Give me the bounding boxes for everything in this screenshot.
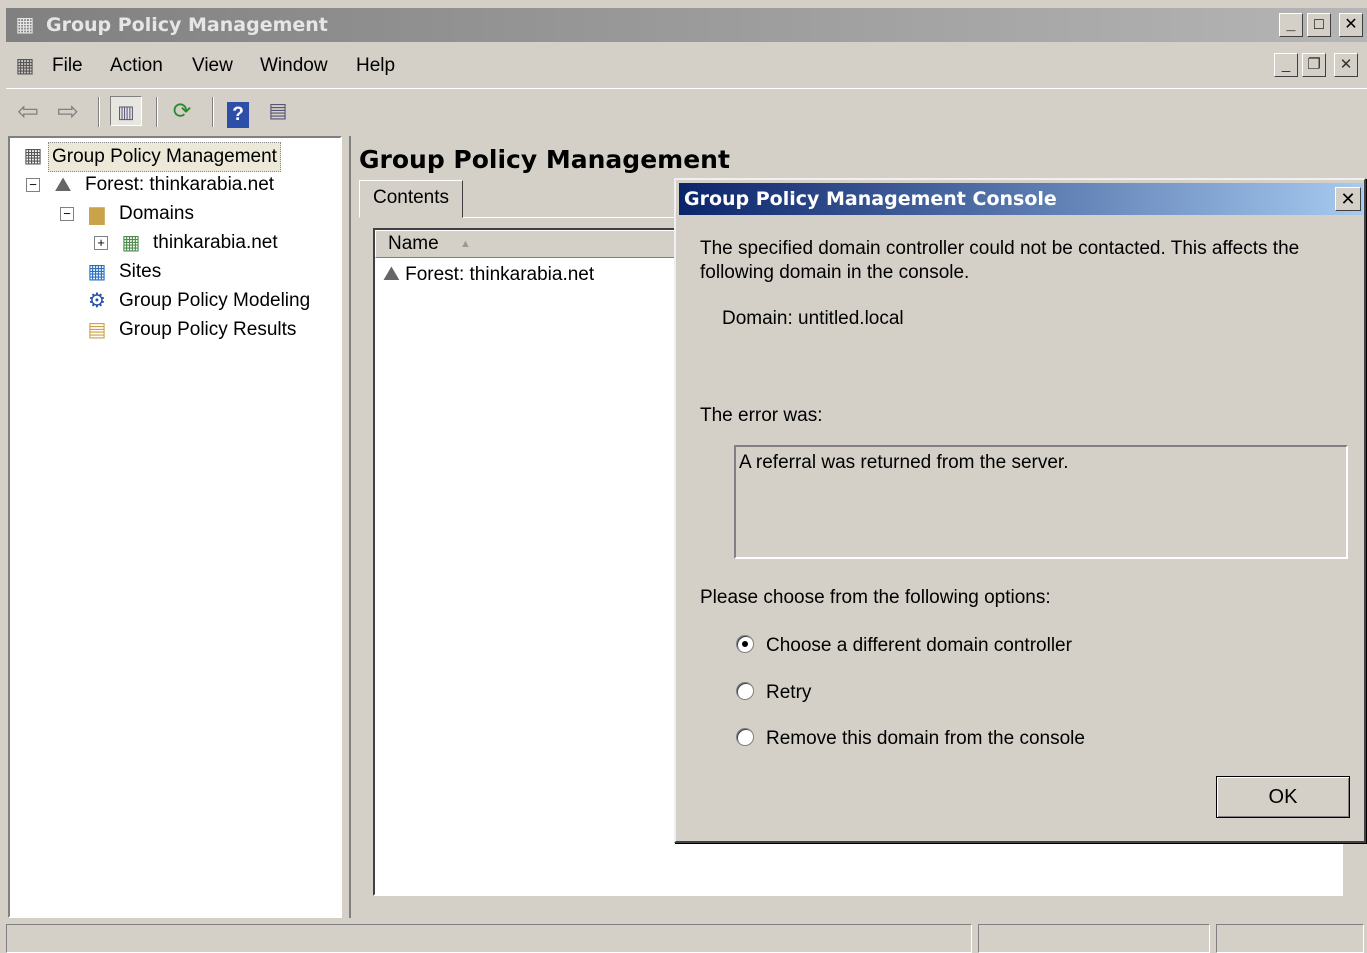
- tree-node-label: Forest: thinkarabia.net: [85, 174, 275, 195]
- minimize-button[interactable]: _: [1279, 13, 1303, 37]
- radio-button[interactable]: [736, 682, 754, 700]
- column-header-label: Name: [388, 233, 439, 254]
- error-dialog: Group Policy Management Console ✕ The sp…: [674, 178, 1366, 843]
- close-button[interactable]: ✕: [1339, 13, 1363, 37]
- tree-node-domains[interactable]: ▆ Domains: [84, 200, 197, 228]
- maximize-button[interactable]: □: [1307, 13, 1331, 37]
- radio-remove-domain[interactable]: Remove this domain from the console: [736, 727, 1085, 751]
- menu-file[interactable]: File: [52, 55, 83, 77]
- app-icon: ▦: [15, 14, 35, 36]
- mdi-restore-button[interactable]: ❐: [1302, 53, 1326, 77]
- toolbar-separator: [156, 97, 158, 127]
- menu-view[interactable]: View: [192, 55, 233, 77]
- status-panel-3: [1216, 924, 1364, 953]
- radio-label: Choose a different domain controller: [766, 635, 1072, 656]
- domain-icon: ▦: [121, 232, 141, 254]
- menu-action[interactable]: Action: [110, 55, 163, 77]
- sites-icon: ▦: [87, 261, 107, 283]
- back-arrow-icon[interactable]: ⇦: [12, 96, 44, 126]
- help-icon[interactable]: ?: [222, 96, 254, 128]
- details-title: Group Policy Management: [359, 145, 730, 174]
- window-titlebar[interactable]: ▦ Group Policy Management _ □ ✕: [6, 8, 1367, 42]
- tree-node-group-policy-results[interactable]: ▤ Group Policy Results: [84, 316, 299, 344]
- list-item-label: Forest: thinkarabia.net: [405, 264, 595, 285]
- mdi-minimize-button[interactable]: _: [1274, 53, 1298, 77]
- radio-label: Remove this domain from the console: [766, 728, 1085, 749]
- dialog-message-line1: The specified domain controller could no…: [700, 238, 1300, 259]
- toolbar-separator: [98, 97, 100, 127]
- column-header-name[interactable]: Name ▲: [375, 230, 675, 258]
- gpm-console-icon: ▦: [23, 145, 43, 167]
- mdi-close-button[interactable]: ✕: [1334, 53, 1358, 77]
- tree-expander-domain[interactable]: +: [94, 236, 108, 250]
- window-title: Group Policy Management: [46, 14, 328, 36]
- tree-node-forest[interactable]: ⛰ Forest: thinkarabia.net: [50, 171, 277, 199]
- modeling-icon: ⚙: [88, 290, 106, 312]
- forward-arrow-icon[interactable]: ⇨: [52, 96, 84, 126]
- dialog-message-line2: following domain in the console.: [700, 262, 970, 283]
- tree-node-label: Group Policy Management: [48, 142, 281, 172]
- status-panel-main: [6, 924, 972, 953]
- tree-node-label: Group Policy Modeling: [119, 290, 311, 311]
- forest-icon: ⛰: [383, 263, 400, 285]
- tree-node-group-policy-management[interactable]: ▦ Group Policy Management: [18, 142, 281, 172]
- dialog-close-button[interactable]: ✕: [1335, 187, 1361, 211]
- status-panel-2: [978, 924, 1210, 953]
- tree-node-group-policy-modeling[interactable]: ⚙ Group Policy Modeling: [84, 287, 313, 315]
- radio-button[interactable]: [736, 728, 754, 746]
- tree-node-label: Sites: [119, 261, 162, 282]
- dialog-title: Group Policy Management Console: [684, 188, 1057, 210]
- properties-view-icon[interactable]: ▤: [262, 96, 294, 126]
- error-label: The error was:: [700, 405, 823, 426]
- tree-node-label: Group Policy Results: [119, 319, 297, 340]
- sort-ascending-icon: ▲: [459, 238, 471, 250]
- radio-retry[interactable]: Retry: [736, 681, 811, 705]
- list-item[interactable]: ⛰ Forest: thinkarabia.net: [383, 262, 594, 287]
- tree-node-label: Domains: [119, 203, 194, 224]
- menu-window[interactable]: Window: [260, 55, 328, 77]
- show-hide-tree-icon[interactable]: ▥: [110, 96, 142, 126]
- menu-help[interactable]: Help: [356, 55, 395, 77]
- toolbar-separator: [212, 97, 214, 127]
- domain-label: Domain: untitled.local: [722, 308, 904, 329]
- tree-node-label: thinkarabia.net: [153, 232, 278, 253]
- tree-expander-forest[interactable]: −: [26, 178, 40, 192]
- ok-button[interactable]: OK: [1216, 776, 1350, 818]
- options-label: Please choose from the following options…: [700, 587, 1051, 608]
- tree-node-domain-thinkarabia[interactable]: ▦ thinkarabia.net: [118, 229, 281, 257]
- results-icon: ▤: [87, 319, 107, 341]
- menu-bar: ▦ File Action View Window Help _ ❐ ✕: [6, 46, 1367, 86]
- console-icon[interactable]: ▦: [12, 53, 38, 79]
- tree-node-sites[interactable]: ▦ Sites: [84, 258, 164, 286]
- radio-button-selected[interactable]: [736, 635, 754, 653]
- radio-label: Retry: [766, 682, 812, 703]
- dialog-titlebar[interactable]: Group Policy Management Console ✕: [679, 183, 1363, 215]
- status-bar: [6, 922, 1367, 953]
- domains-folder-icon: ▆: [89, 203, 105, 225]
- radio-choose-different-dc[interactable]: Choose a different domain controller: [736, 634, 1072, 658]
- tab-contents[interactable]: Contents: [359, 180, 463, 218]
- toolbar: ⇦ ⇨ ▥ ⟳ ? ▤: [6, 88, 1367, 132]
- error-details-box[interactable]: A referral was returned from the server.: [734, 445, 1348, 559]
- refresh-icon[interactable]: ⟳: [166, 96, 198, 126]
- tree-expander-domains[interactable]: −: [60, 207, 74, 221]
- forest-icon: ⛰: [54, 174, 72, 196]
- console-tree-pane[interactable]: ▦ Group Policy Management − ⛰ Forest: th…: [8, 136, 342, 918]
